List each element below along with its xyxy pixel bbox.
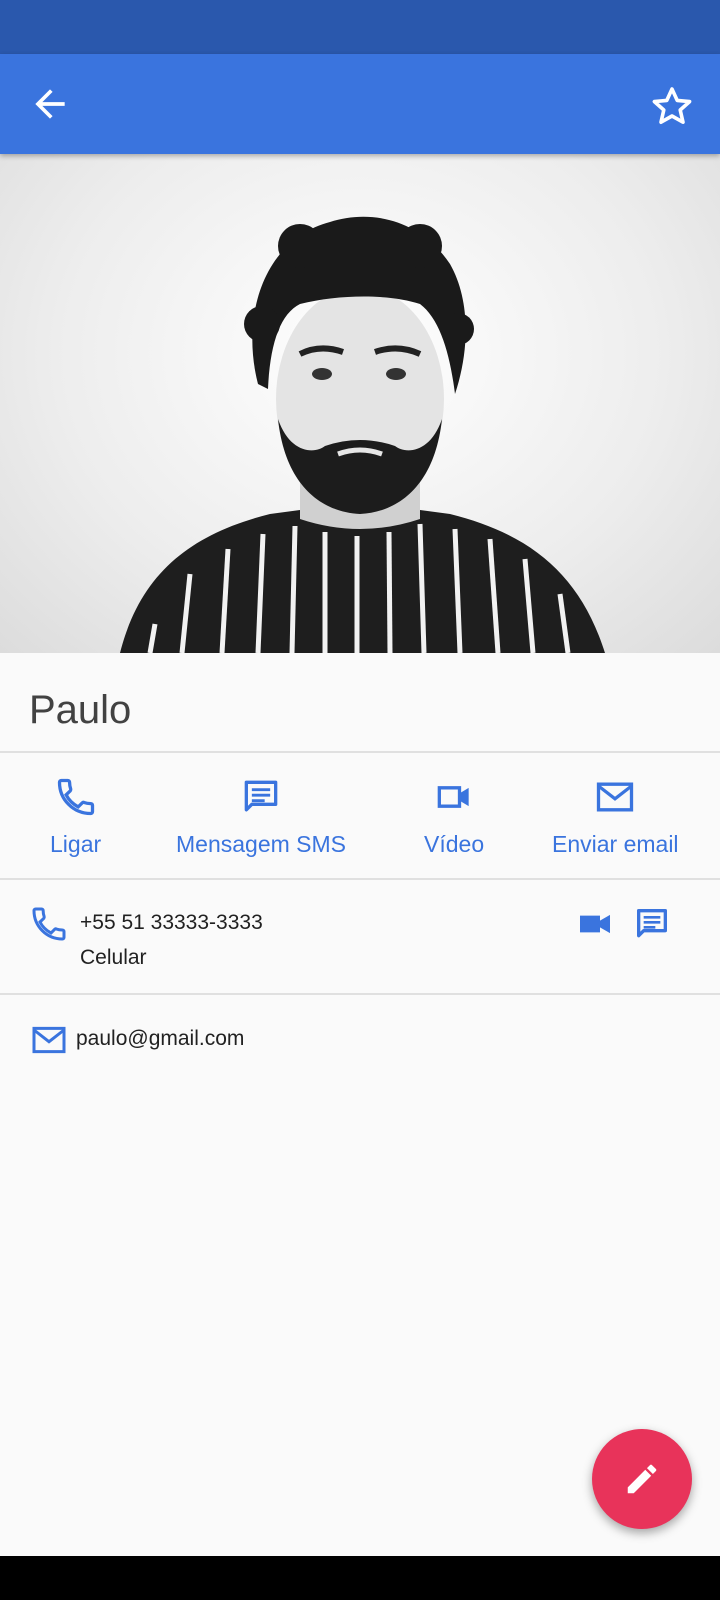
phone-icon — [57, 778, 94, 816]
contact-name: Paulo — [29, 688, 132, 732]
status-bar — [0, 0, 720, 54]
back-arrow-icon[interactable] — [28, 82, 72, 126]
divider — [0, 751, 720, 753]
email-icon — [32, 1026, 66, 1054]
contact-photo — [0, 154, 720, 653]
divider — [0, 993, 720, 995]
edit-contact-button[interactable] — [592, 1429, 692, 1529]
email-address[interactable]: paulo@gmail.com — [76, 1027, 244, 1051]
navigation-bar — [0, 1556, 720, 1600]
sms-action-label: Mensagem SMS — [176, 831, 347, 857]
pencil-icon — [627, 1464, 657, 1494]
phone-number[interactable]: +55 51 33333-3333 — [80, 911, 263, 935]
divider — [0, 878, 720, 880]
call-action-button[interactable]: Ligar — [50, 775, 101, 858]
message-icon — [244, 780, 278, 812]
favorite-star-icon[interactable] — [648, 82, 696, 130]
sms-action-button[interactable]: Mensagem SMS — [176, 775, 346, 858]
phone-icon — [32, 907, 66, 941]
email-action-label: Enviar email — [552, 831, 679, 857]
call-action-label: Ligar — [50, 831, 102, 857]
email-icon — [597, 782, 634, 812]
video-action-label: Vídeo — [424, 831, 485, 857]
video-call-icon[interactable] — [575, 904, 615, 944]
video-action-button[interactable]: Vídeo — [424, 775, 484, 858]
email-action-button[interactable]: Enviar email — [552, 775, 679, 858]
phone-type-label: Celular — [80, 946, 147, 969]
app-bar — [0, 54, 720, 154]
video-icon — [437, 786, 469, 808]
sms-icon[interactable] — [632, 904, 672, 944]
